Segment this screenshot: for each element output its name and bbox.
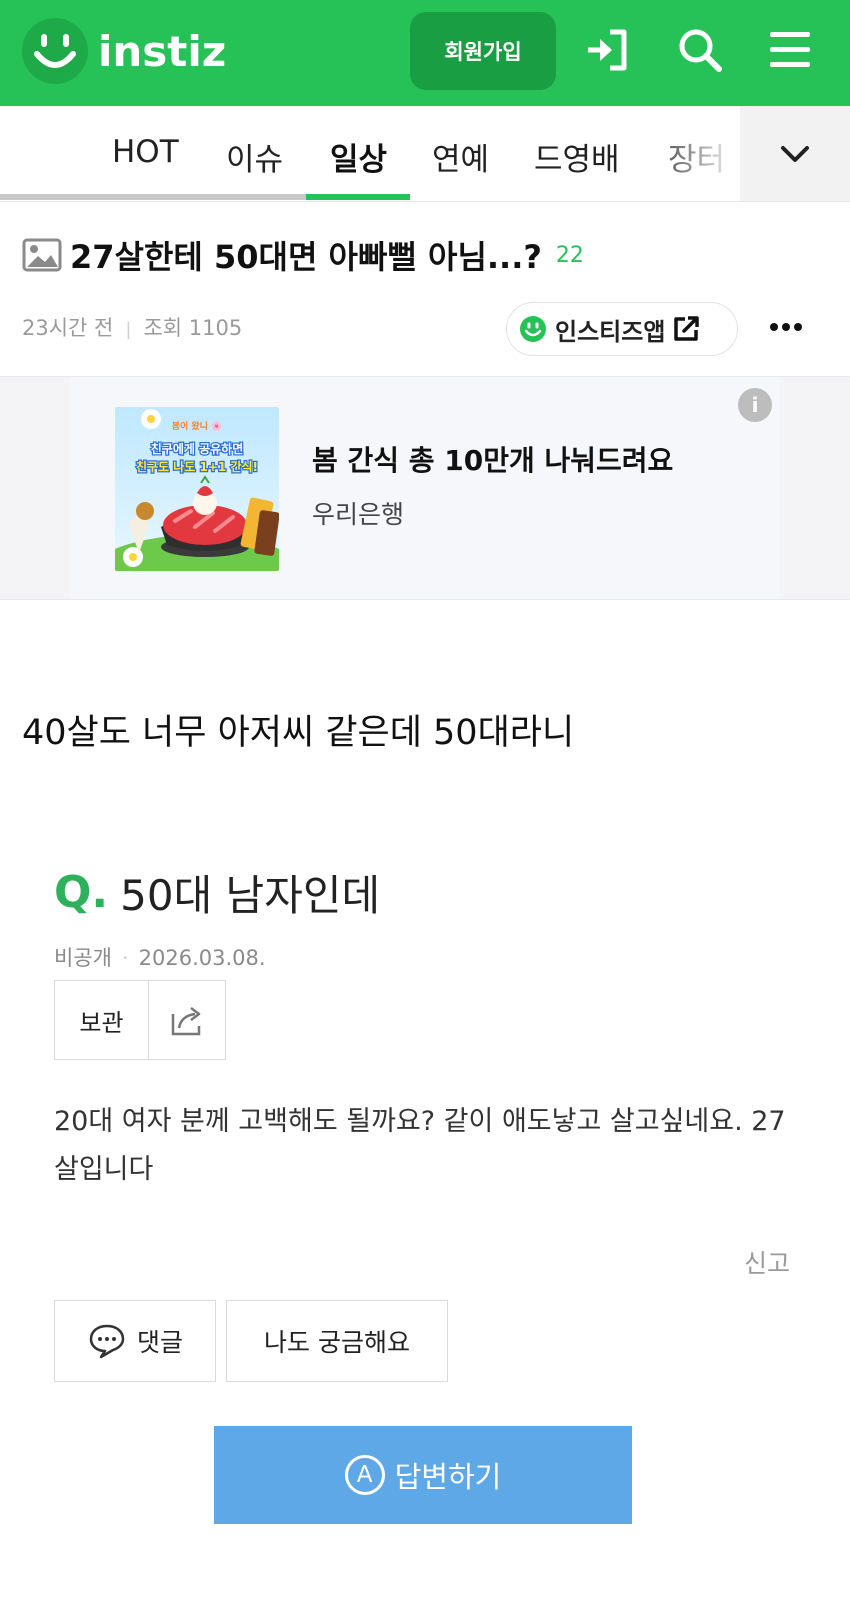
ad-info-icon[interactable]: i: [738, 388, 772, 422]
instiz-app-button[interactable]: 인스티즈앱: [506, 302, 738, 356]
comment-count[interactable]: 22: [556, 243, 584, 268]
ad-sponsor: 우리은행: [312, 500, 405, 529]
meta-dot: ·: [121, 946, 129, 970]
ad-banner[interactable]: 봄이 왔니 🌸 친구에게 공유하면 친구도 나도 1+1 간식! 봄 간식 총 …: [0, 376, 850, 600]
post-body-text: 40살도 너무 아저씨 같은데 50대라니: [22, 713, 575, 753]
qa-action-box: 보관: [54, 980, 226, 1060]
smile-icon: [520, 316, 546, 342]
more-options-icon[interactable]: [766, 312, 806, 342]
meta-separator: |: [125, 319, 132, 340]
nav-more-button[interactable]: [740, 106, 850, 202]
chevron-down-icon: [781, 146, 809, 162]
share-button[interactable]: [149, 981, 225, 1059]
external-link-icon: [674, 316, 700, 341]
qa-date: 2026.03.08.: [138, 946, 266, 970]
qa-title: 50대 남자인데: [120, 871, 381, 920]
answer-label: 답변하기: [394, 1460, 502, 1494]
instiz-logo[interactable]: instiz: [22, 18, 226, 84]
ad-thumbnail[interactable]: 봄이 왔니 🌸 친구에게 공유하면 친구도 나도 1+1 간식!: [115, 407, 279, 571]
post-meta: 23시간 전 | 조회 1105: [22, 312, 242, 342]
post-title-row: 27살한테 50대면 아빠뻘 아님...? 22: [22, 232, 584, 278]
top-header: instiz 회원가입: [0, 0, 850, 106]
report-button[interactable]: 신고: [744, 1244, 790, 1280]
answer-a-icon: A: [344, 1455, 385, 1495]
ad-image-line1: 봄이 왔니 🌸: [172, 420, 223, 432]
app-button-label: 인스티즈앱: [555, 317, 666, 346]
category-nav: HOT 이슈 일상 연예 드영배 장터: [0, 106, 850, 202]
post-views: 조회 1105: [143, 316, 243, 340]
qa-content: 20대 여자 분께 고백해도 될까요? 같이 애도낳고 살고싶네요. 27살입니…: [54, 1106, 786, 1185]
login-icon[interactable]: [580, 22, 636, 78]
logo-text: instiz: [98, 26, 227, 76]
comment-button[interactable]: 댓글: [54, 1300, 216, 1382]
tab-issue[interactable]: 이슈: [226, 134, 283, 179]
qa-meta: 비공개 · 2026.03.08.: [54, 942, 266, 972]
nav-divider: [0, 201, 850, 202]
smile-logo-icon: [22, 18, 88, 84]
tab-drama-movie[interactable]: 드영배: [534, 134, 620, 179]
tab-daily[interactable]: 일상: [330, 134, 387, 179]
answer-button[interactable]: A 답변하기: [214, 1426, 632, 1524]
keep-button[interactable]: 보관: [55, 981, 149, 1059]
speech-bubble-icon: [89, 1324, 125, 1359]
tab-fade-overlay: [640, 106, 740, 202]
post-title[interactable]: 27살한테 50대면 아빠뻘 아님...?: [70, 232, 542, 278]
q-mark: Q.: [54, 867, 109, 918]
ad-title[interactable]: 봄 간식 총 10만개 나눠드려요: [312, 439, 673, 479]
tab-entertainment[interactable]: 연예: [432, 134, 489, 179]
comment-label: 댓글: [136, 1328, 183, 1357]
image-icon: [22, 238, 62, 272]
post-time: 23시간 전: [22, 316, 114, 340]
curious-button[interactable]: 나도 궁금해요: [226, 1300, 448, 1382]
search-icon[interactable]: [672, 22, 728, 78]
qa-author: 비공개: [54, 946, 112, 970]
active-tab-indicator: [306, 194, 410, 200]
embedded-qa-screenshot: Q. 50대 남자인데 비공개 · 2026.03.08. 보관 20대 여자 분께…: [30, 820, 820, 1604]
ad-image-line3: 친구도 나도 1+1 간식!: [136, 459, 258, 474]
share-icon: [171, 1007, 201, 1036]
tab-hot[interactable]: HOT: [112, 134, 179, 170]
menu-icon[interactable]: [762, 22, 818, 78]
ad-image-line2: 친구에게 공유하면: [151, 441, 244, 456]
qa-header: Q. 50대 남자인데: [54, 862, 380, 923]
join-button[interactable]: 회원가입: [410, 12, 556, 90]
